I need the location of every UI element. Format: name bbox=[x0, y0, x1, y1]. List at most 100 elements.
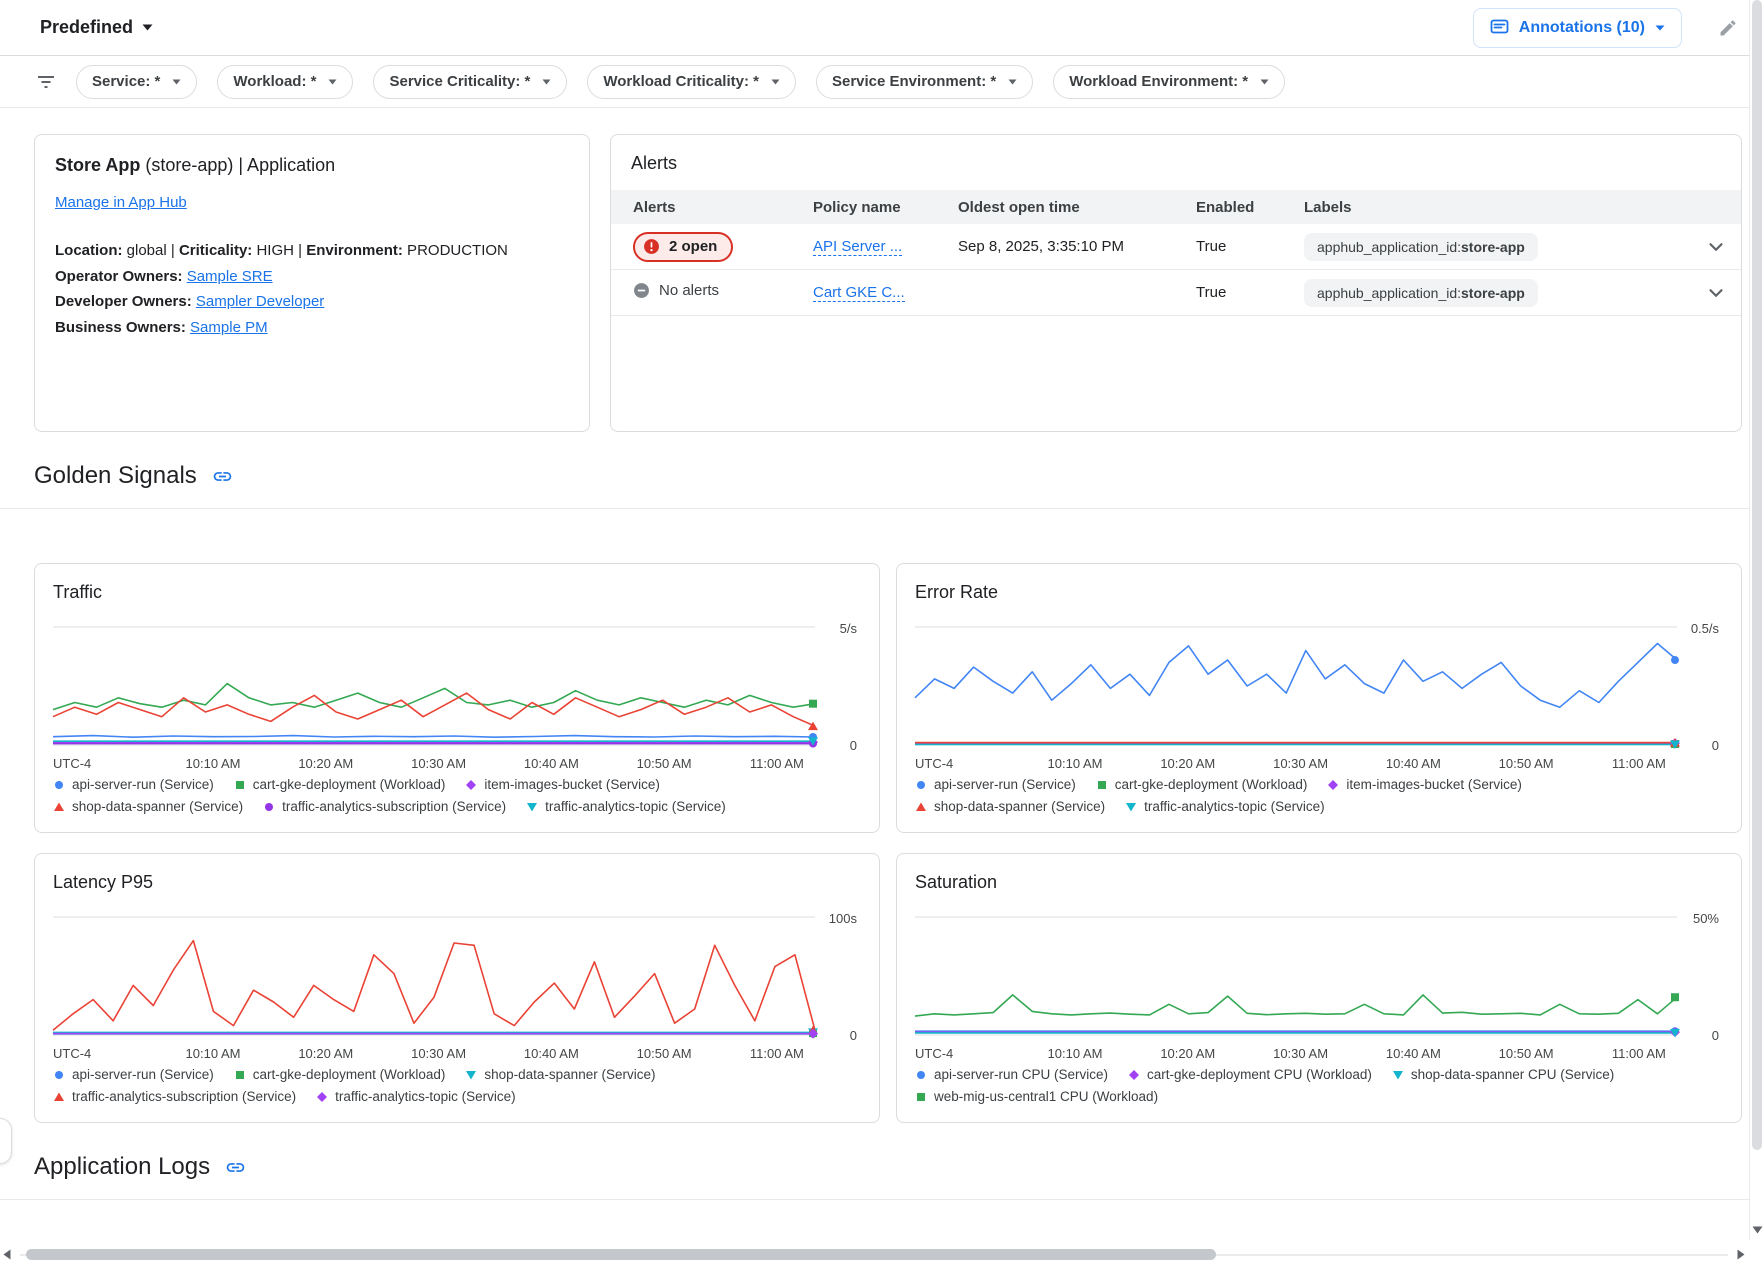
expand-row-chevron[interactable] bbox=[1705, 236, 1727, 258]
chevron-down-icon bbox=[771, 79, 780, 85]
vertical-scrollbar[interactable] bbox=[1749, 0, 1764, 1240]
legend-item[interactable]: traffic-analytics-subscription (Service) bbox=[53, 1089, 296, 1104]
y-axis-labels: 5/s 0 bbox=[815, 619, 861, 749]
edge-scroll-handle[interactable] bbox=[0, 1118, 12, 1164]
legend-label: item-images-bucket (Service) bbox=[484, 777, 660, 792]
legend-label: api-server-run (Service) bbox=[934, 777, 1076, 792]
legend-item[interactable]: web-mig-us-central1 CPU (Workload) bbox=[915, 1089, 1158, 1104]
col-header-enabled: Enabled bbox=[1196, 199, 1304, 216]
legend-item[interactable]: item-images-bucket (Service) bbox=[465, 777, 660, 792]
x-tick-label: 10:50 AM bbox=[637, 756, 692, 771]
legend-label: traffic-analytics-topic (Service) bbox=[545, 799, 726, 814]
legend-item[interactable]: traffic-analytics-topic (Service) bbox=[1125, 799, 1325, 814]
legend-item[interactable]: traffic-analytics-subscription (Service) bbox=[263, 799, 506, 814]
alerts-table: Alerts Policy name Oldest open time Enab… bbox=[611, 190, 1741, 316]
x-tick-label: 10:40 AM bbox=[1386, 1046, 1441, 1061]
manage-in-app-hub-link[interactable]: Manage in App Hub bbox=[55, 194, 187, 211]
plot-area bbox=[53, 909, 815, 1039]
legend-item[interactable]: shop-data-spanner (Service) bbox=[53, 799, 243, 814]
expand-row-chevron[interactable] bbox=[1705, 282, 1727, 304]
legend-item[interactable]: cart-gke-deployment (Workload) bbox=[1096, 777, 1308, 792]
legend-label: api-server-run CPU (Service) bbox=[934, 1067, 1108, 1082]
filter-chip-service-criticality[interactable]: Service Criticality: * bbox=[373, 65, 567, 99]
link-icon[interactable] bbox=[225, 1157, 246, 1178]
chevron-down-icon bbox=[1008, 79, 1017, 85]
legend-item[interactable]: api-server-run (Service) bbox=[915, 777, 1076, 792]
scroll-left-arrow[interactable] bbox=[3, 1249, 11, 1260]
filter-chip-service[interactable]: Service: * bbox=[76, 65, 197, 99]
x-tick-label: 10:50 AM bbox=[1499, 756, 1554, 771]
toolbar: Predefined Annotations (10) bbox=[0, 0, 1764, 56]
developer-owner-link[interactable]: Sampler Developer bbox=[196, 293, 324, 310]
legend-label: shop-data-spanner (Service) bbox=[934, 799, 1105, 814]
chevron-down-icon bbox=[542, 79, 551, 85]
plot-area bbox=[915, 619, 1677, 749]
policy-link[interactable]: Cart GKE C... bbox=[813, 284, 905, 302]
alert-row-none: No alerts Cart GKE C... True apphub_appl… bbox=[611, 270, 1741, 316]
plot-area bbox=[53, 619, 815, 749]
legend-label: shop-data-spanner (Service) bbox=[484, 1067, 655, 1082]
filter-bar: Service: * Workload: * Service Criticali… bbox=[0, 56, 1764, 108]
chevron-down-icon bbox=[328, 79, 337, 85]
legend-item[interactable]: api-server-run CPU (Service) bbox=[915, 1067, 1108, 1082]
vertical-scrollbar-thumb[interactable] bbox=[1752, 0, 1762, 1150]
filter-chip-service-environment[interactable]: Service Environment: * bbox=[816, 65, 1033, 99]
app-info-card: Store App (store-app) | Application Mana… bbox=[34, 134, 590, 432]
chevron-down-icon bbox=[172, 79, 181, 85]
operator-owner-link[interactable]: Sample SRE bbox=[187, 268, 273, 285]
chevron-down-icon bbox=[1655, 25, 1665, 31]
view-selector-dropdown[interactable]: Predefined bbox=[40, 17, 153, 38]
x-tick-label: 10:30 AM bbox=[411, 756, 466, 771]
x-tick-label: 10:40 AM bbox=[524, 756, 579, 771]
no-alerts-status: No alerts bbox=[633, 282, 719, 299]
x-tick-label: 10:40 AM bbox=[524, 1046, 579, 1061]
horizontal-scrollbar[interactable] bbox=[0, 1246, 1748, 1264]
annotations-button[interactable]: Annotations (10) bbox=[1473, 8, 1682, 48]
y-axis-labels: 50% 0 bbox=[1677, 909, 1723, 1039]
horizontal-scrollbar-thumb[interactable] bbox=[26, 1249, 1216, 1260]
legend-item[interactable]: traffic-analytics-topic (Service) bbox=[526, 799, 726, 814]
business-owner-link[interactable]: Sample PM bbox=[190, 319, 268, 336]
x-axis-labels: UTC-410:10 AM10:20 AM10:30 AM10:40 AM10:… bbox=[915, 1039, 1677, 1065]
legend-item[interactable]: traffic-analytics-topic (Service) bbox=[316, 1089, 516, 1104]
filter-chip-workload-criticality[interactable]: Workload Criticality: * bbox=[587, 65, 796, 99]
legend-item[interactable]: shop-data-spanner (Service) bbox=[465, 1067, 655, 1082]
x-tick-label: UTC-4 bbox=[915, 756, 953, 771]
section-title: Golden Signals bbox=[34, 462, 197, 490]
legend-item[interactable]: api-server-run (Service) bbox=[53, 1067, 214, 1082]
scroll-down-arrow[interactable] bbox=[1752, 1226, 1763, 1234]
annotations-icon bbox=[1490, 18, 1509, 37]
filter-chip-workload-environment[interactable]: Workload Environment: * bbox=[1053, 65, 1285, 99]
x-tick-label: UTC-4 bbox=[53, 756, 91, 771]
legend-item[interactable]: cart-gke-deployment (Workload) bbox=[234, 777, 446, 792]
x-tick-label: 10:50 AM bbox=[637, 1046, 692, 1061]
chevron-down-icon bbox=[142, 24, 153, 31]
legend-label: cart-gke-deployment (Workload) bbox=[253, 1067, 446, 1082]
main-content: Store App (store-app) | Application Mana… bbox=[0, 108, 1764, 1200]
edit-pencil-button[interactable] bbox=[1714, 14, 1742, 42]
alert-row-open: 2 open API Server ... Sep 8, 2025, 3:35:… bbox=[611, 224, 1741, 270]
x-tick-label: 10:20 AM bbox=[298, 756, 353, 771]
plot-area bbox=[915, 909, 1677, 1039]
open-alerts-badge[interactable]: 2 open bbox=[633, 232, 733, 262]
legend-item[interactable]: shop-data-spanner (Service) bbox=[915, 799, 1105, 814]
scroll-right-arrow[interactable] bbox=[1737, 1249, 1745, 1260]
x-tick-label: 11:00 AM bbox=[1612, 1046, 1666, 1061]
x-tick-label: 10:30 AM bbox=[1273, 1046, 1328, 1061]
legend-item[interactable]: cart-gke-deployment CPU (Workload) bbox=[1128, 1067, 1372, 1082]
legend-item[interactable]: item-images-bucket (Service) bbox=[1327, 777, 1522, 792]
filter-chip-workload[interactable]: Workload: * bbox=[217, 65, 353, 99]
x-tick-label: 11:00 AM bbox=[1612, 756, 1666, 771]
alerts-card-title: Alerts bbox=[611, 153, 1741, 174]
link-icon[interactable] bbox=[212, 466, 233, 487]
x-axis-labels: UTC-410:10 AM10:20 AM10:30 AM10:40 AM10:… bbox=[915, 749, 1677, 775]
legend-item[interactable]: shop-data-spanner CPU (Service) bbox=[1392, 1067, 1614, 1082]
legend-label: traffic-analytics-subscription (Service) bbox=[72, 1089, 296, 1104]
legend-item[interactable]: api-server-run (Service) bbox=[53, 777, 214, 792]
traffic-chart-card: Traffic 5/s 0 UTC-410:10 AM10:20 AM10:30… bbox=[34, 563, 880, 833]
oldest-open-time: Sep 8, 2025, 3:35:10 PM bbox=[958, 238, 1196, 255]
policy-link[interactable]: API Server ... bbox=[813, 238, 902, 256]
legend-item[interactable]: cart-gke-deployment (Workload) bbox=[234, 1067, 446, 1082]
section-title: Application Logs bbox=[34, 1153, 210, 1181]
alerts-card: Alerts Alerts Policy name Oldest open ti… bbox=[610, 134, 1742, 432]
